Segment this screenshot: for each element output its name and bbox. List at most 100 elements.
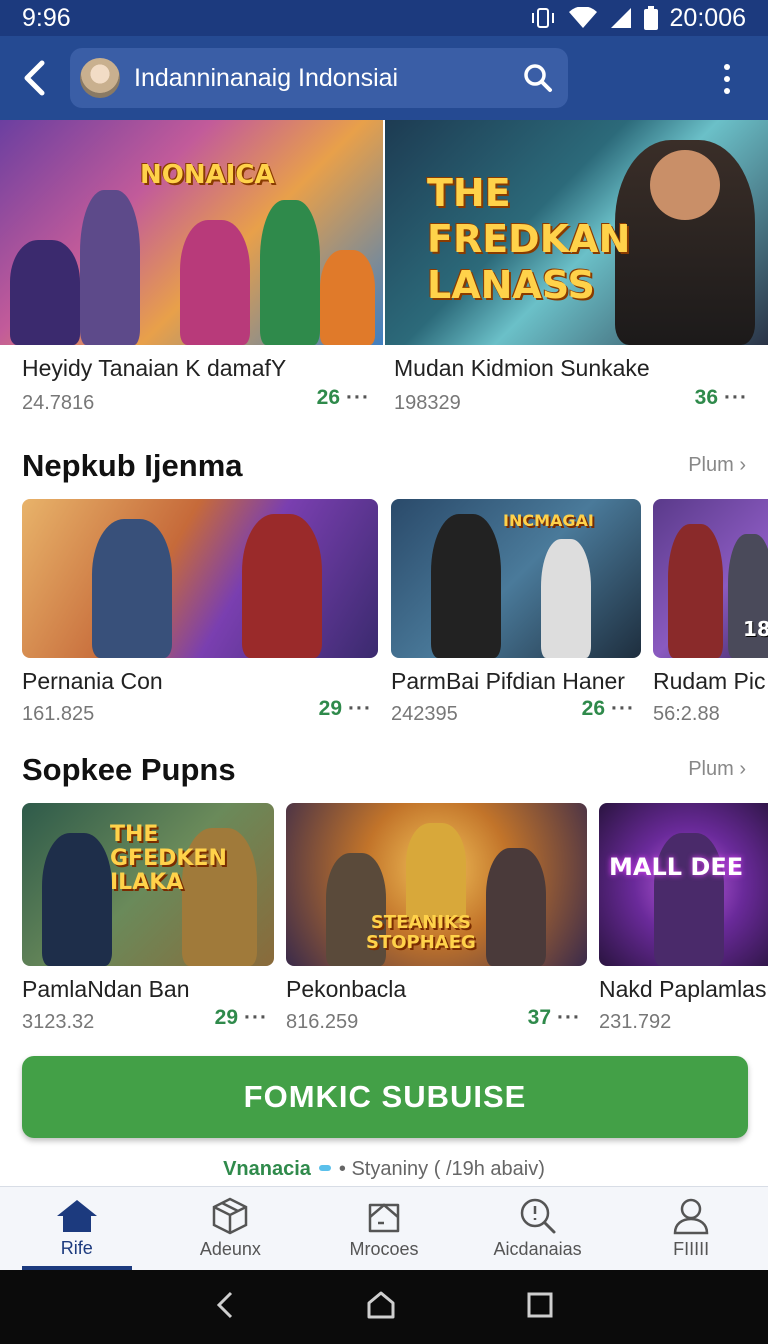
system-nav-bar xyxy=(0,1270,768,1344)
subscribe-button[interactable]: FOMKIC SUBUISE xyxy=(22,1056,748,1138)
app-bar: Indanninanaig Indonsiai xyxy=(0,36,768,120)
more-dots-icon[interactable]: ··· xyxy=(724,386,748,409)
system-recents-icon[interactable] xyxy=(527,1292,553,1323)
nav-item-mrocoes[interactable]: Mrocoes xyxy=(307,1187,461,1270)
more-dots-icon[interactable]: ··· xyxy=(346,386,370,409)
card-title: Pekonbacla xyxy=(286,976,407,1002)
bottom-nav: Rife Adeunx Mrocoes Aicdanaias FIIIII xyxy=(0,1186,768,1270)
search-text[interactable]: Indanninanaig Indonsiai xyxy=(134,64,518,93)
game-card[interactable]: INCMAGAI ParmBai Pifdian Haner 242395 26… xyxy=(391,499,641,726)
card-title: Pernania Con xyxy=(22,668,163,694)
bag-icon xyxy=(368,1203,400,1233)
score-value: 36 xyxy=(694,386,719,409)
card-title: PamlaNdan Ban xyxy=(22,976,190,1002)
card-art-title: 18 xyxy=(743,617,768,641)
featured-banners: NONAICA THE FREDKAN LANASS xyxy=(0,120,768,345)
game-card[interactable]: Pernania Con 161.825 29 ··· xyxy=(22,499,378,726)
section-title: Nepkub Ijenma xyxy=(22,448,243,483)
nav-label: Adeunx xyxy=(199,1239,261,1259)
card-title: Nakd Paplamlas xyxy=(599,976,767,1002)
card-sub: 231.792 xyxy=(599,1011,672,1033)
screen: 9:96 20:006 Indanninanaig Indonsiai NONA… xyxy=(0,0,768,1344)
footer-note: Vnanacia • Styaniny ( /19h abaiv) xyxy=(223,1158,545,1180)
battery-icon xyxy=(643,6,658,30)
section-header: Sopkee Pupns Plum › xyxy=(0,752,768,802)
wifi-icon xyxy=(568,7,598,29)
card-sub: 56:2.88 xyxy=(653,703,720,725)
banner-title: Mudan Kidmion Sunkake xyxy=(394,355,650,381)
search-icon[interactable] xyxy=(518,58,558,98)
banner-meta[interactable]: Heyidy Tanaian K damafY 24.7816 26 ··· xyxy=(22,345,382,425)
nav-item-aicdanaias[interactable]: Aicdanaias xyxy=(461,1187,615,1270)
card-score: 29 ··· xyxy=(319,697,372,721)
avatar[interactable] xyxy=(80,58,120,98)
back-arrow-icon xyxy=(24,60,45,96)
system-back-icon[interactable] xyxy=(215,1290,235,1325)
search-icon xyxy=(520,1198,556,1234)
system-home-icon[interactable] xyxy=(366,1290,396,1325)
card-image[interactable]: INCMAGAI xyxy=(391,499,641,658)
section-title: Sopkee Pupns xyxy=(22,752,236,787)
more-dots-icon[interactable]: ··· xyxy=(557,1006,581,1029)
back-button[interactable] xyxy=(0,36,70,120)
nav-item-adeunx[interactable]: Adeunx xyxy=(154,1187,308,1270)
footer-text: Styaniny ( /19h abaiv) xyxy=(351,1158,545,1180)
card-score: 26 ··· xyxy=(582,697,635,721)
game-card[interactable]: THE GFEDKEN ILAKA PamlaNdan Ban 3123.32 … xyxy=(22,803,274,1034)
game-card[interactable]: STEANIKS STOPHAEG Pekonbacla 816.259 37 ·… xyxy=(286,803,587,1034)
section-header: Nepkub Ijenma Plum › xyxy=(0,448,768,498)
score-value: 37 xyxy=(527,1006,552,1029)
vibrate-icon xyxy=(530,7,556,29)
card-image[interactable]: 18 xyxy=(653,499,768,658)
card-image[interactable] xyxy=(22,499,378,658)
more-options-icon[interactable] xyxy=(712,64,742,94)
home-icon xyxy=(56,1200,97,1232)
status-bar: 9:96 20:006 xyxy=(0,0,768,36)
card-art-title: INCMAGAI xyxy=(503,511,594,530)
nav-label: Aicdanaias xyxy=(493,1239,582,1259)
card-image[interactable]: MALL DEE xyxy=(599,803,768,966)
signal-icon xyxy=(610,7,632,29)
score-value: 26 xyxy=(581,697,606,720)
banner-image[interactable]: THE FREDKAN LANASS xyxy=(383,120,768,345)
card-score: 37 ··· xyxy=(528,1006,581,1030)
banner-art-title: NONAICA xyxy=(140,160,275,190)
card-row: THE GFEDKEN ILAKA PamlaNdan Ban 3123.32 … xyxy=(0,803,768,1038)
nav-label: Rife xyxy=(60,1238,93,1258)
card-row: Pernania Con 161.825 29 ··· INCMAGAI Parm… xyxy=(0,499,768,729)
status-clock: 20:006 xyxy=(669,3,746,32)
more-dots-icon[interactable]: ··· xyxy=(611,697,635,720)
cube-icon xyxy=(213,1197,248,1235)
score-value: 29 xyxy=(214,1006,239,1029)
banner-image[interactable]: NONAICA xyxy=(0,120,383,345)
card-score: 29 ··· xyxy=(215,1006,268,1030)
separator-dot-icon xyxy=(318,1164,331,1171)
score-value: 29 xyxy=(318,697,343,720)
card-image[interactable]: THE GFEDKEN ILAKA xyxy=(22,803,274,966)
banner-score: 36 ··· xyxy=(695,386,748,410)
footer-brand[interactable]: Vnanacia xyxy=(223,1158,311,1180)
search-bar[interactable]: Indanninanaig Indonsiai xyxy=(70,48,568,108)
more-dots-icon[interactable]: ··· xyxy=(348,697,372,720)
banner-score: 26 ··· xyxy=(317,386,370,410)
nav-label: FIIIII xyxy=(673,1239,710,1259)
card-title: ParmBai Pifdian Haner xyxy=(391,668,625,694)
banner-meta[interactable]: Mudan Kidmion Sunkake 198329 36 ··· xyxy=(394,345,754,425)
game-card[interactable]: 18 Rudam Pic 56:2.88 xyxy=(653,499,768,726)
score-value: 26 xyxy=(316,386,341,409)
person-icon xyxy=(673,1198,709,1235)
card-title: Rudam Pic xyxy=(653,668,766,694)
card-art-title: STEANIKS STOPHAEG xyxy=(366,912,476,953)
nav-item-home[interactable]: Rife xyxy=(0,1187,154,1270)
banner-art-title: THE FREDKAN LANASS xyxy=(427,171,631,307)
nav-item-profile[interactable]: FIIIII xyxy=(614,1187,768,1270)
more-dots-icon[interactable]: ··· xyxy=(244,1006,268,1029)
banner-title: Heyidy Tanaian K damafY xyxy=(22,355,287,381)
section-more-link[interactable]: Plum › xyxy=(688,454,746,477)
section-more-link[interactable]: Plum › xyxy=(688,758,746,781)
card-image[interactable]: STEANIKS STOPHAEG xyxy=(286,803,587,966)
card-art-title: THE GFEDKEN ILAKA xyxy=(110,822,227,895)
game-card[interactable]: MALL DEE Nakd Paplamlas 231.792 xyxy=(599,803,768,1034)
status-time: 9:96 xyxy=(22,3,71,32)
status-icons: 20:006 xyxy=(530,4,746,33)
